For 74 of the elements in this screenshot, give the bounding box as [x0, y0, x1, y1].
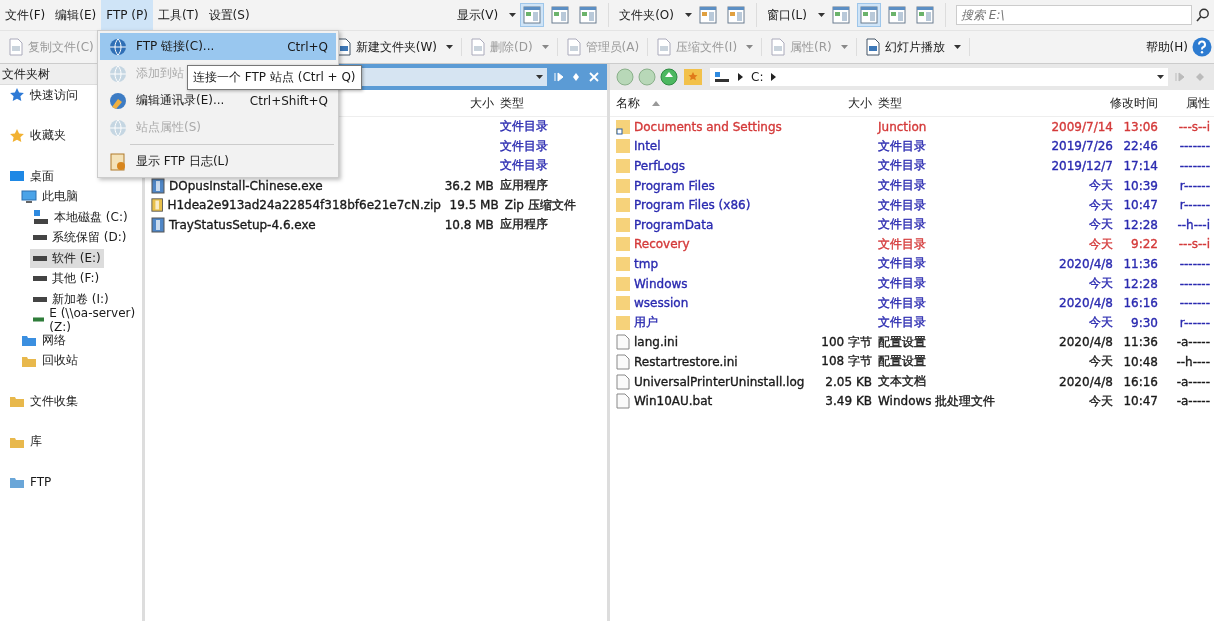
modified-date: 2020/4/8 — [1058, 335, 1113, 350]
file-type: 应用程序 — [499, 217, 548, 232]
tooltip: 连接一个 FTP 站点 (Ctrl + Q) — [187, 65, 362, 90]
file-attributes: ------- — [1178, 256, 1211, 271]
modified-time: 10:47 — [1122, 394, 1158, 409]
file-size: 19.5 MB — [448, 198, 499, 213]
file-type: 文件目录 — [877, 255, 927, 273]
modified-date: 2020/4/8 — [1058, 296, 1113, 311]
file-type: 文件目录 — [877, 275, 927, 293]
file-attributes: -a----- — [1175, 374, 1211, 389]
file-attributes: ------- — [1178, 159, 1211, 173]
file-type: 文件目录 — [499, 158, 548, 173]
modified-time: 11:36 — [1122, 335, 1158, 350]
file-attributes: r------ — [1178, 315, 1211, 330]
modified-time: 16:16 — [1122, 374, 1158, 389]
file-type: 文件目录 — [877, 137, 927, 155]
file-attributes: -a----- — [1175, 335, 1211, 350]
modified-date: 今天 — [1088, 314, 1113, 332]
modified-date: 2019/7/26 — [1050, 139, 1113, 154]
file-type: 文件目录 — [877, 294, 927, 312]
modified-date: 今天 — [1088, 275, 1113, 293]
file-size: 2.05 KB — [824, 374, 872, 389]
file-size: 3.49 KB — [824, 394, 872, 409]
file-type: 文件目录 — [499, 138, 548, 153]
modified-time: 12:28 — [1122, 217, 1158, 232]
modified-date: 2020/4/8 — [1058, 374, 1113, 389]
file-size: 10.8 MB — [443, 217, 494, 232]
modified-time: 16:16 — [1122, 296, 1158, 311]
file-attributes: ------- — [1178, 276, 1211, 291]
modified-date: 今天 — [1088, 353, 1113, 371]
file-type: 文件目录 — [877, 235, 927, 253]
modified-date: 今天 — [1088, 177, 1113, 195]
file-attributes: ---s--i — [1177, 119, 1211, 134]
file-type: 配置设置 — [877, 333, 927, 351]
modified-time: 22:46 — [1122, 139, 1158, 154]
modified-time: 9:30 — [1130, 315, 1158, 330]
modified-date: 2020/4/8 — [1058, 256, 1113, 271]
file-attributes: --h---i — [1176, 217, 1211, 232]
modified-date: 今天 — [1088, 196, 1113, 214]
modified-time: 11:36 — [1122, 256, 1158, 271]
modified-time: 10:39 — [1122, 178, 1158, 193]
file-attributes: ------- — [1178, 139, 1211, 154]
file-attributes: --h---- — [1175, 354, 1211, 369]
modified-time: 12:28 — [1122, 276, 1158, 291]
file-type: 文件目录 — [877, 177, 927, 195]
modified-time: 17:14 — [1122, 159, 1158, 173]
file-type: 文件目录 — [877, 196, 927, 214]
file-type: Windows 批处理文件 — [877, 392, 997, 410]
file-attributes: ------- — [1178, 296, 1211, 311]
file-size: 108 字节 — [820, 353, 872, 371]
file-attributes: r------ — [1178, 178, 1211, 193]
file-size: 36.2 MB — [443, 178, 494, 193]
file-attributes: r------ — [1178, 198, 1211, 213]
file-type: Junction — [876, 119, 928, 134]
modified-date: 今天 — [1088, 392, 1113, 410]
modified-date: 今天 — [1088, 216, 1113, 234]
file-attributes: -a----- — [1175, 394, 1211, 409]
file-attributes: ---s--i — [1177, 237, 1211, 252]
modified-date: 2019/12/7 — [1050, 159, 1113, 173]
file-type: 文件目录 — [877, 216, 927, 234]
modified-time: 13:06 — [1122, 119, 1158, 134]
file-type: 应用程序 — [499, 178, 548, 193]
file-type: 文件目录 — [877, 157, 927, 175]
file-type: 配置设置 — [877, 353, 927, 371]
modified-time: 10:47 — [1122, 198, 1158, 213]
file-type: 文件目录 — [499, 119, 548, 134]
modified-date: 今天 — [1088, 235, 1113, 253]
file-size: 100 字节 — [820, 333, 872, 351]
file-type: Zip 压缩文件 — [504, 197, 576, 212]
modified-time: 9:22 — [1130, 237, 1158, 252]
file-type: 文本文档 — [877, 373, 927, 390]
file-type: 文件目录 — [877, 314, 927, 332]
modified-time: 10:48 — [1122, 354, 1158, 369]
modified-date: 2009/7/14 — [1050, 119, 1113, 134]
